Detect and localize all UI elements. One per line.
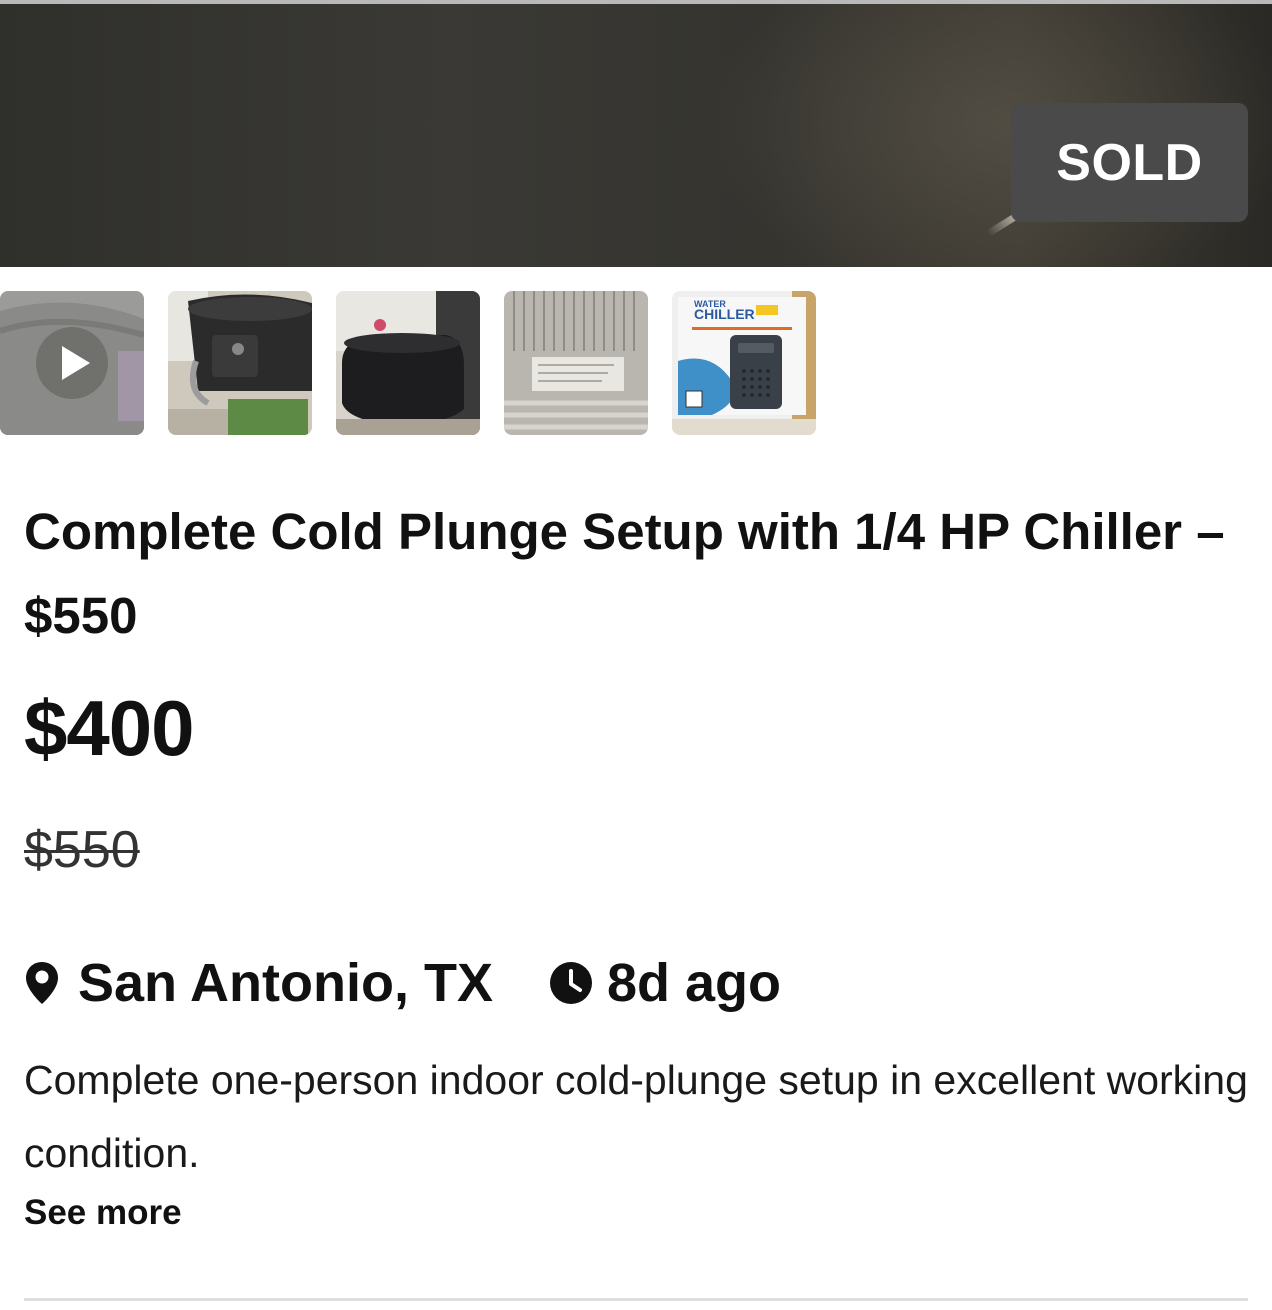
location-text: San Antonio, TX xyxy=(78,953,493,1013)
see-more-link[interactable]: See more xyxy=(24,1193,182,1233)
thumbnail-photo-5[interactable]: WATER CHILLER xyxy=(672,291,816,435)
original-price: $550 xyxy=(24,821,140,879)
thumbnail-video[interactable] xyxy=(0,291,144,435)
clock-icon xyxy=(549,961,593,1005)
listing-title: Complete Cold Plunge Setup with 1/4 HP C… xyxy=(24,503,1225,644)
play-icon xyxy=(36,327,108,399)
svg-text:CHILLER: CHILLER xyxy=(694,306,755,322)
section-divider xyxy=(24,1298,1248,1301)
listing-meta: San Antonio, TX 8d ago xyxy=(24,950,781,1016)
posted-time: 8d ago xyxy=(549,952,781,1014)
main-listing-photo[interactable]: SOLD xyxy=(0,0,1272,267)
thumbnail-photo-2[interactable] xyxy=(168,291,312,435)
thumbnail-photo-4[interactable] xyxy=(504,291,648,435)
listing-description: Complete one-person indoor cold-plunge s… xyxy=(24,1057,1248,1176)
current-price: $400 xyxy=(24,684,195,772)
thumbnail-photo-3[interactable] xyxy=(336,291,480,435)
sold-badge: SOLD xyxy=(1011,103,1248,222)
posted-time-text: 8d ago xyxy=(606,953,781,1013)
map-pin-icon xyxy=(24,960,60,1006)
